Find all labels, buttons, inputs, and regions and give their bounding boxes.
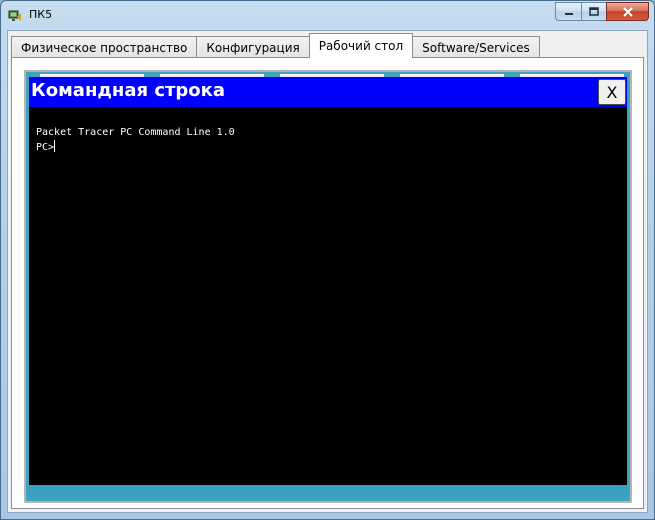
tab-physical[interactable]: Физическое пространство	[11, 36, 198, 58]
tab-config[interactable]: Конфигурация	[196, 36, 310, 58]
app-window: ПК5 Физическое пространство Конфигурация…	[0, 0, 655, 520]
minimize-button[interactable]	[555, 2, 581, 21]
desktop-area: Командная строка X Packet Tracer PC Comm…	[24, 70, 632, 503]
tab-panel-desktop: Командная строка X Packet Tracer PC Comm…	[11, 57, 644, 509]
text-cursor	[54, 140, 56, 152]
close-icon	[622, 6, 633, 17]
command-prompt-title: Командная строка	[31, 80, 226, 101]
title-bar[interactable]: ПК5	[1, 1, 654, 29]
client-area: Физическое пространство Конфигурация Раб…	[7, 30, 648, 513]
maximize-icon	[589, 6, 599, 16]
prompt-text: PC>	[36, 142, 55, 153]
maximize-button[interactable]	[581, 2, 606, 21]
terminal-line: Packet Tracer PC Command Line 1.0	[36, 127, 235, 138]
tab-desktop[interactable]: Рабочий стол	[308, 33, 414, 58]
command-prompt-window: Командная строка X Packet Tracer PC Comm…	[29, 77, 627, 495]
caption-buttons	[555, 2, 649, 21]
tab-strip: Физическое пространство Конфигурация Раб…	[11, 33, 540, 58]
terminal-prompt-line[interactable]: PC>	[36, 140, 627, 155]
terminal-output[interactable]: Packet Tracer PC Command Line 1.0 PC>	[29, 107, 627, 485]
tab-software-services[interactable]: Software/Services	[412, 36, 540, 58]
close-window-button[interactable]	[606, 2, 649, 21]
packet-tracer-pc-icon	[8, 8, 22, 22]
command-prompt-close-button[interactable]: X	[598, 79, 626, 105]
minimize-icon	[564, 12, 573, 15]
command-prompt-header: Командная строка X	[29, 77, 627, 107]
window-title: ПК5	[29, 8, 53, 21]
